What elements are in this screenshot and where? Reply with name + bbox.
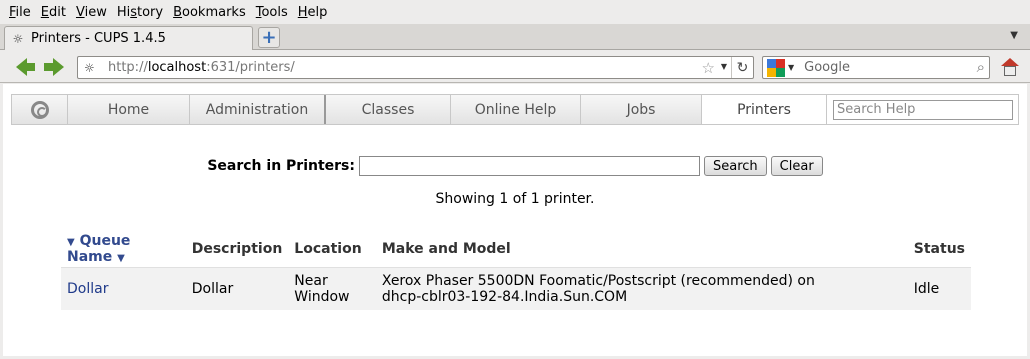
table-row: Dollar Dollar Near Window Xerox Phaser 5… [61, 267, 971, 310]
description-cell: Dollar [185, 267, 289, 310]
url-history-dropdown-icon[interactable]: ▼ [721, 62, 727, 71]
nav-home[interactable]: Home [68, 95, 190, 124]
location-cell: Near Window [288, 267, 376, 310]
menu-history[interactable]: History [112, 5, 168, 20]
cups-favicon-icon: ☼ [12, 31, 24, 46]
header-queue-name[interactable]: ▼ Queue Name ▼ [61, 231, 186, 268]
nav-online-help[interactable]: Online Help [451, 95, 581, 124]
sort-asc-icon[interactable]: ▼ [117, 253, 125, 264]
forward-arrow-icon [43, 58, 64, 76]
table-header-row: ▼ Queue Name ▼ Description Location Make… [61, 231, 971, 268]
queue-name-cell: Dollar [61, 267, 186, 310]
menu-help[interactable]: Help [293, 5, 333, 20]
reload-button[interactable]: ↻ [731, 57, 753, 78]
sort-desc-icon[interactable]: ▼ [67, 237, 75, 248]
search-help-container [827, 95, 1018, 124]
home-icon [1001, 58, 1019, 76]
status-cell: Idle [907, 267, 971, 310]
tab-list-dropdown-icon[interactable]: ▼ [1010, 30, 1018, 41]
menu-bar: File Edit View History Bookmarks Tools H… [0, 0, 1030, 24]
back-arrow-icon [15, 58, 35, 76]
url-bar[interactable]: ☼ http://localhost:631/printers/ ☆ ▼ ↻ [77, 56, 754, 79]
location-line: Window [294, 289, 350, 305]
nav-administration[interactable]: Administration [190, 95, 326, 124]
make-model-line: Xerox Phaser 5500DN Foomatic/Postscript … [381, 273, 815, 289]
back-button[interactable] [9, 56, 35, 78]
printer-link[interactable]: Dollar [67, 281, 108, 297]
engine-dropdown-icon[interactable]: ▼ [788, 63, 794, 72]
search-printers-input[interactable] [359, 156, 700, 176]
browser-tab[interactable]: ☼ Printers - CUPS 1.4.5 [4, 26, 253, 50]
tab-title: Printers - CUPS 1.4.5 [31, 31, 166, 46]
url-host: localhost [147, 60, 207, 75]
navigation-toolbar: ☼ http://localhost:631/printers/ ☆ ▼ ↻ ▼… [0, 51, 1030, 83]
nav-classes[interactable]: Classes [326, 95, 451, 124]
nav-jobs[interactable]: Jobs [581, 95, 702, 124]
google-engine-icon[interactable] [767, 58, 785, 77]
site-identity-icon[interactable]: ☼ [84, 61, 100, 75]
url-path: :631/printers/ [206, 60, 295, 75]
forward-button[interactable] [42, 56, 66, 78]
location-line: Near [294, 273, 328, 289]
printer-search-row: Search in Printers: Search Clear [3, 156, 1027, 176]
cups-navigation: Home Administration Classes Online Help … [11, 94, 1019, 125]
make-model-line: dhcp-cblr03-192-84.India.Sun.COM [381, 289, 628, 305]
menu-view[interactable]: View [71, 5, 112, 20]
new-tab-button[interactable]: + [258, 27, 280, 48]
header-location: Location [288, 231, 376, 268]
search-printers-label: Search in Printers: [207, 158, 355, 174]
header-make-model: Make and Model [375, 231, 908, 268]
search-button[interactable]: Search [704, 156, 767, 176]
nav-printers[interactable]: Printers [702, 95, 827, 124]
tab-strip: ☼ Printers - CUPS 1.4.5 + ▼ [0, 24, 1030, 50]
menu-tools[interactable]: Tools [251, 5, 293, 20]
result-count: Showing 1 of 1 printer. [435, 191, 595, 207]
search-engine-placeholder: Google [804, 60, 850, 75]
url-scheme: http:// [108, 60, 148, 75]
printers-table: ▼ Queue Name ▼ Description Location Make… [61, 231, 971, 310]
cups-logo-icon[interactable] [12, 95, 68, 124]
page-content: Home Administration Classes Online Help … [3, 84, 1027, 356]
menu-edit[interactable]: Edit [36, 5, 71, 20]
menu-bookmarks[interactable]: Bookmarks [168, 5, 251, 20]
menu-file[interactable]: File [4, 5, 36, 20]
search-magnifier-icon[interactable]: ⌕ [977, 58, 985, 76]
bookmark-star-icon[interactable]: ☆ [702, 59, 715, 77]
make-model-cell: Xerox Phaser 5500DN Foomatic/Postscript … [375, 267, 908, 310]
header-status: Status [907, 231, 971, 268]
clear-button[interactable]: Clear [770, 156, 823, 176]
search-help-input[interactable] [833, 99, 1013, 120]
home-button[interactable] [998, 55, 1022, 79]
web-search-bar[interactable]: ▼ Google ⌕ [762, 56, 990, 79]
header-description: Description [185, 231, 289, 268]
